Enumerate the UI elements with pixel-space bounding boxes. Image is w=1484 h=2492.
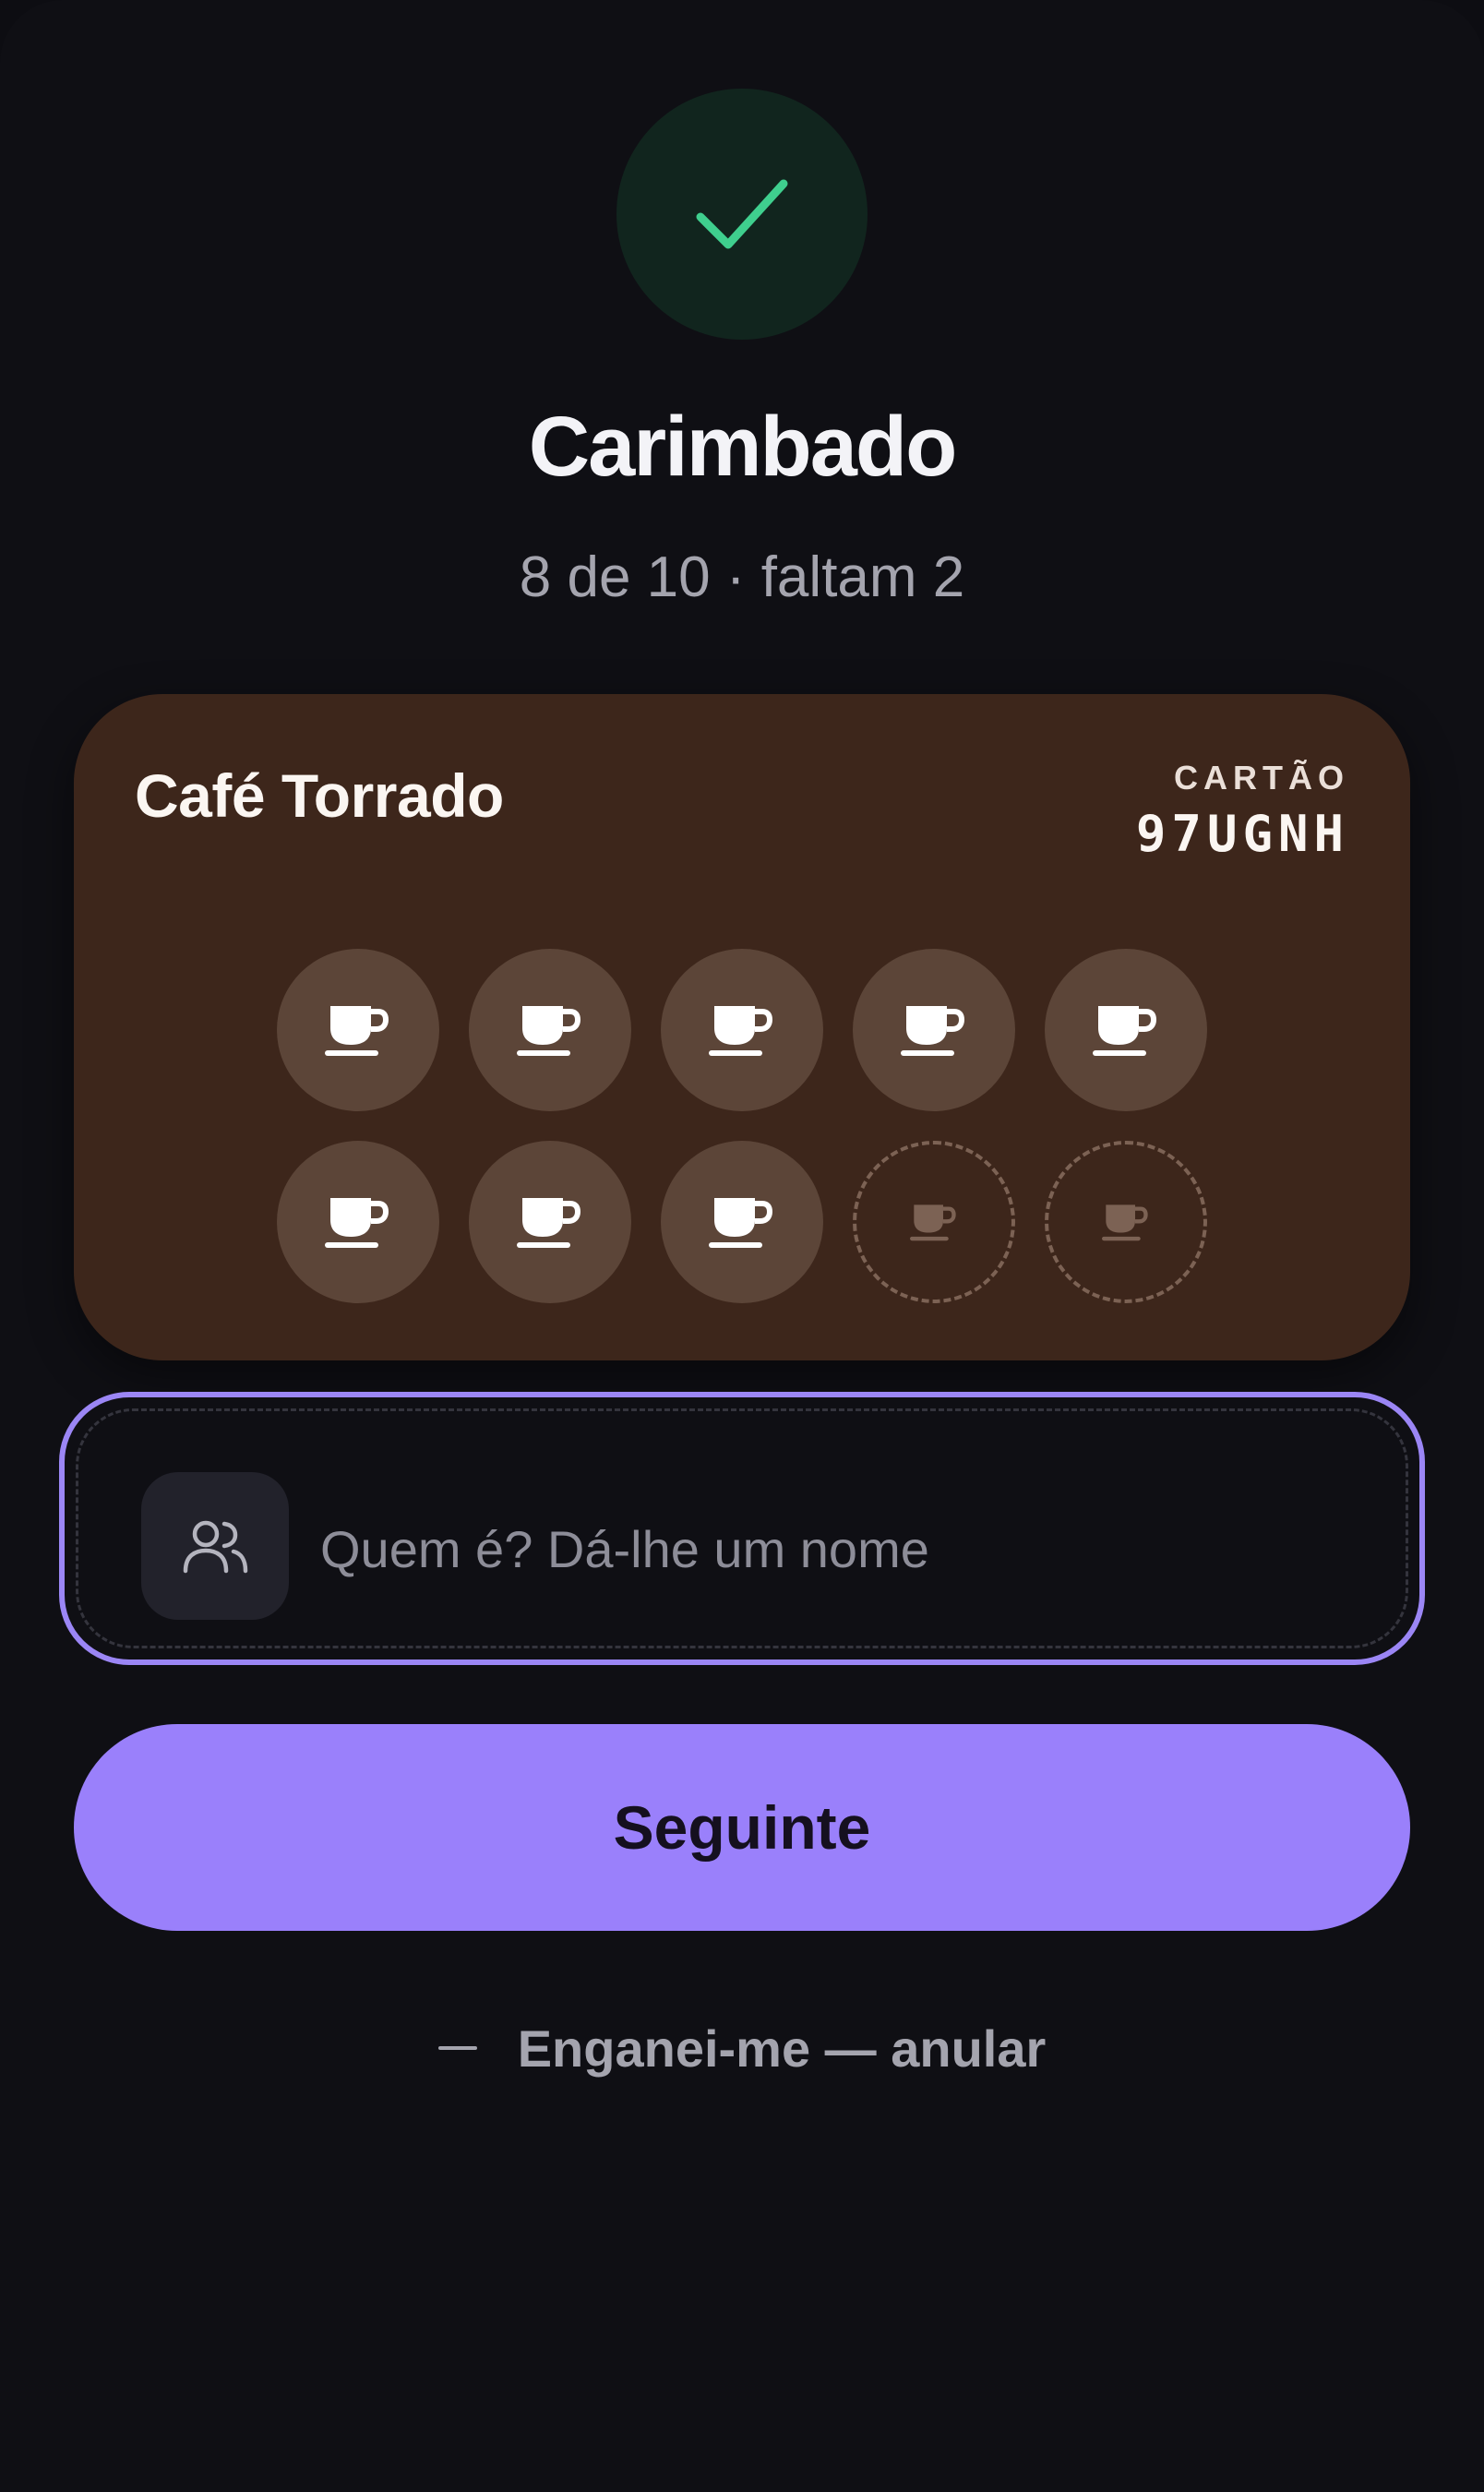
coffee-cup-icon [709, 1006, 773, 1056]
stamp-filled [1045, 949, 1207, 1111]
coffee-cup-icon [325, 1198, 389, 1248]
stamp-filled [277, 1141, 439, 1303]
coffee-cup-icon [517, 1006, 581, 1056]
card-code-label: CARTÃO [1174, 759, 1349, 797]
card-code: 97UGNH [1135, 805, 1349, 863]
coffee-cup-icon [901, 1006, 965, 1056]
coffee-cup-icon [325, 1006, 389, 1056]
coffee-cup-icon [1102, 1204, 1148, 1241]
people-icon [183, 1520, 248, 1574]
name-field-container[interactable] [59, 1392, 1425, 1665]
stamp-progress-text: 8 de 10 · faltam 2 [519, 545, 965, 609]
stamp-empty [1045, 1141, 1207, 1303]
stamp-filled [661, 1141, 823, 1303]
stamp-filled [661, 949, 823, 1111]
undo-link[interactable]: Enganei-me — anular [0, 2007, 1484, 2090]
stamp-filled [277, 949, 439, 1111]
name-input[interactable] [318, 1502, 1356, 1596]
page-title: Carimbado [528, 400, 958, 494]
success-badge [616, 89, 868, 340]
stamp-filled [469, 949, 631, 1111]
stamp-filled [469, 1141, 631, 1303]
name-field-inner [76, 1408, 1408, 1648]
next-button-label: Seguinte [613, 1793, 871, 1862]
stamp-filled [853, 949, 1015, 1111]
coffee-cup-icon [517, 1198, 581, 1248]
card-shop-name: Café Torrado [135, 761, 504, 830]
stamp-empty [853, 1141, 1015, 1303]
stamp-grid [277, 949, 1207, 1303]
check-icon [696, 179, 788, 249]
undo-label: Enganei-me — anular [517, 2019, 1047, 2078]
stamp-result-sheet: Carimbado 8 de 10 · faltam 2 Café Torrad… [0, 0, 1484, 2492]
coffee-cup-icon [910, 1204, 956, 1241]
coffee-cup-icon [1093, 1006, 1157, 1056]
loyalty-card: Café Torrado CARTÃO 97UGNH [74, 694, 1410, 1360]
coffee-cup-icon [709, 1198, 773, 1248]
avatar [141, 1472, 289, 1620]
dash-icon [437, 2046, 477, 2050]
next-button[interactable]: Seguinte [74, 1724, 1410, 1931]
